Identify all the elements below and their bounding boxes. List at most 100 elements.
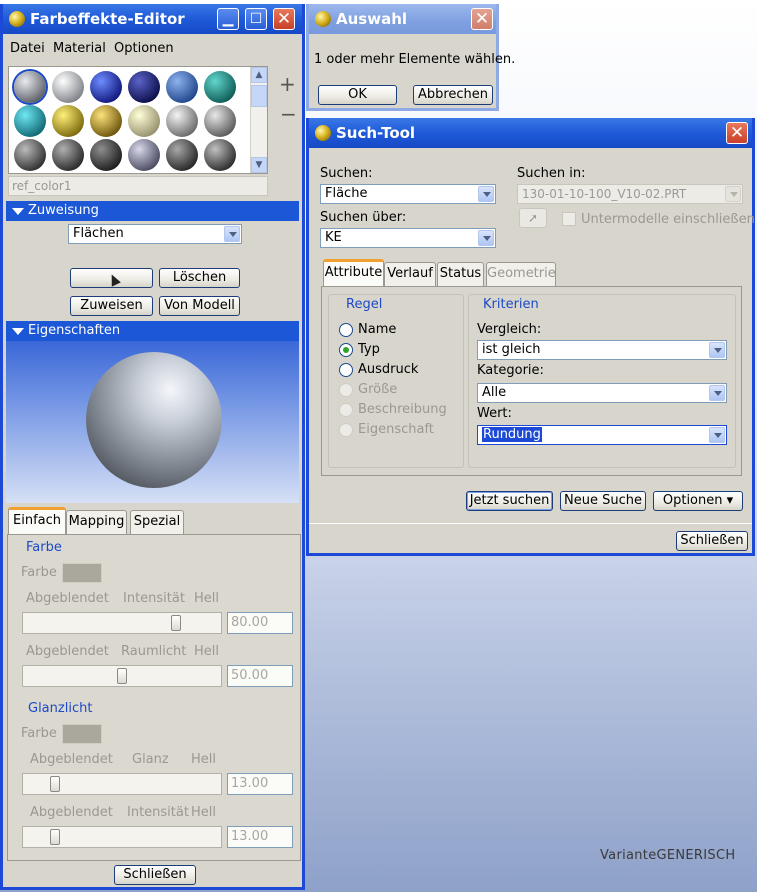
scroll-down-icon[interactable]: ▼ [251, 157, 267, 173]
color-swatch-sphere[interactable] [204, 139, 236, 171]
menu-material[interactable]: Material [53, 41, 106, 56]
color-swatch-sphere[interactable] [52, 71, 84, 103]
kategorie-select[interactable]: Alle [477, 383, 727, 403]
color-swatch-sphere[interactable] [52, 139, 84, 171]
wert-label: Wert: [477, 406, 512, 421]
color-swatch-sphere[interactable] [128, 105, 160, 137]
radio-eigenschaft[interactable] [339, 423, 353, 437]
chevron-down-icon [725, 186, 741, 202]
close-icon[interactable]: ✕ [471, 8, 493, 30]
color-swatch-sphere[interactable] [204, 71, 236, 103]
intensitaet-value[interactable]: 80.00 [227, 612, 293, 634]
close-icon[interactable]: ✕ [726, 122, 748, 144]
radio-groesse[interactable] [339, 383, 353, 397]
tab-status[interactable]: Status [437, 262, 484, 286]
zuweisung-header[interactable]: Zuweisung [6, 201, 299, 221]
radio-ausdruck[interactable] [339, 363, 353, 377]
such-tool-schliessen-button[interactable]: Schließen [676, 531, 748, 551]
color-swatch-sphere[interactable] [14, 139, 46, 171]
suchen-ueber-select-value: KE [325, 230, 342, 245]
glanzlicht-swatch [62, 724, 102, 744]
maximize-icon[interactable]: ☐ [245, 8, 267, 30]
loeschen-button[interactable]: Löschen [159, 268, 240, 288]
farbe-swatch [62, 563, 102, 583]
wert-select-value: Rundung [482, 427, 542, 442]
color-swatch-sphere[interactable] [52, 105, 84, 137]
app-orb-icon [9, 11, 25, 27]
eigenschaften-header[interactable]: Eigenschaften [6, 321, 299, 341]
neue-suche-button[interactable]: Neue Suche [560, 491, 646, 511]
glanz-slider[interactable] [22, 773, 222, 795]
scroll-thumb[interactable] [251, 85, 267, 107]
optionen-button[interactable]: Optionen ▾ [653, 491, 743, 511]
auswahl-titlebar[interactable]: Auswahl ✕ [309, 4, 496, 34]
intensitaet-slider-thumb[interactable] [171, 615, 181, 631]
select-arrow-button[interactable]: ➚ [519, 208, 547, 228]
color-swatch-sphere[interactable] [166, 71, 198, 103]
radio-ausdruck-label: Ausdruck [358, 362, 419, 377]
raumlicht-value[interactable]: 50.00 [227, 665, 293, 687]
raumlicht-slider-thumb[interactable] [117, 668, 127, 684]
ok-button[interactable]: OK [318, 85, 397, 105]
color-swatch-sphere[interactable] [166, 139, 198, 171]
tab-geometrie[interactable]: Geometrie [486, 262, 556, 286]
scroll-up-icon[interactable]: ▲ [251, 67, 267, 83]
color-swatch-sphere[interactable] [14, 71, 46, 103]
glanz-intensitaet-slider[interactable] [22, 826, 222, 848]
wert-select[interactable]: Rundung [477, 425, 727, 445]
such-tool-titlebar[interactable]: Such-Tool ✕ [309, 118, 752, 148]
row3-right-label: Hell [191, 752, 216, 767]
vergleich-select[interactable]: ist gleich [477, 340, 727, 360]
glanz-intensitaet-slider-thumb[interactable] [50, 829, 60, 845]
row1-right-label: Hell [194, 591, 219, 606]
schliessen-button[interactable]: Schließen [114, 865, 196, 885]
glanz-intensitaet-value[interactable]: 13.00 [227, 826, 293, 848]
palette-scrollbar[interactable]: ▲ ▼ [250, 67, 267, 173]
color-swatch-sphere[interactable] [128, 139, 160, 171]
chevron-down-icon [709, 342, 725, 358]
row1-left-label: Abgeblendet [26, 591, 109, 606]
zuweisen-button[interactable]: Zuweisen [70, 296, 153, 316]
jetzt-suchen-button[interactable]: Jetzt suchen [466, 491, 553, 511]
farbe-label: Farbe [21, 565, 57, 580]
tab-mapping[interactable]: Mapping [66, 510, 127, 534]
glanz-slider-thumb[interactable] [50, 776, 60, 792]
color-swatch-sphere[interactable] [14, 105, 46, 137]
such-tool-window: Such-Tool ✕ Suchen: Fläche Suchen in: 13… [306, 118, 755, 556]
color-palette: ▲ ▼ [8, 66, 268, 174]
menu-datei[interactable]: Datei [10, 41, 45, 56]
zuweisung-select[interactable]: Flächen [68, 224, 242, 244]
farbeffekte-titlebar[interactable]: Farbeffekte-Editor ▁ ☐ ✕ [3, 4, 302, 34]
color-swatch-sphere[interactable] [90, 105, 122, 137]
suchen-in-select[interactable]: 130-01-10-100_V10-02.PRT [517, 184, 743, 204]
color-swatch-sphere[interactable] [90, 139, 122, 171]
suchen-select[interactable]: Fläche [320, 184, 496, 204]
minimize-icon[interactable]: ▁ [217, 8, 239, 30]
tab-spezial[interactable]: Spezial [130, 510, 184, 534]
von-modell-button[interactable]: Von Modell [159, 296, 240, 316]
vergleich-label: Vergleich: [477, 322, 542, 337]
color-swatch-sphere[interactable] [204, 105, 236, 137]
glanz-value[interactable]: 13.00 [227, 773, 293, 795]
menu-optionen[interactable]: Optionen [114, 41, 174, 56]
close-icon[interactable]: ✕ [273, 8, 295, 30]
tab-verlauf[interactable]: Verlauf [384, 262, 436, 286]
add-color-icon[interactable]: + [279, 72, 296, 96]
radio-beschreibung[interactable] [339, 403, 353, 417]
color-swatch-sphere[interactable] [90, 71, 122, 103]
raumlicht-slider[interactable] [22, 665, 222, 687]
color-swatch-sphere[interactable] [166, 105, 198, 137]
remove-color-icon[interactable]: − [280, 102, 297, 126]
glanzlicht-section-title: Glanzlicht [28, 701, 93, 716]
tab-attribute[interactable]: Attribute [323, 259, 384, 286]
radio-typ[interactable] [339, 343, 353, 357]
color-name-field[interactable]: ref_color1 [8, 176, 268, 196]
radio-name[interactable] [339, 323, 353, 337]
abbrechen-button[interactable]: Abbrechen [413, 85, 493, 105]
chevron-down-icon [709, 385, 725, 401]
untermodelle-checkbox[interactable] [562, 212, 576, 226]
tab-einfach[interactable]: Einfach [8, 507, 66, 534]
suchen-ueber-select[interactable]: KE [320, 228, 496, 248]
intensitaet-slider[interactable] [22, 612, 222, 634]
color-swatch-sphere[interactable] [128, 71, 160, 103]
